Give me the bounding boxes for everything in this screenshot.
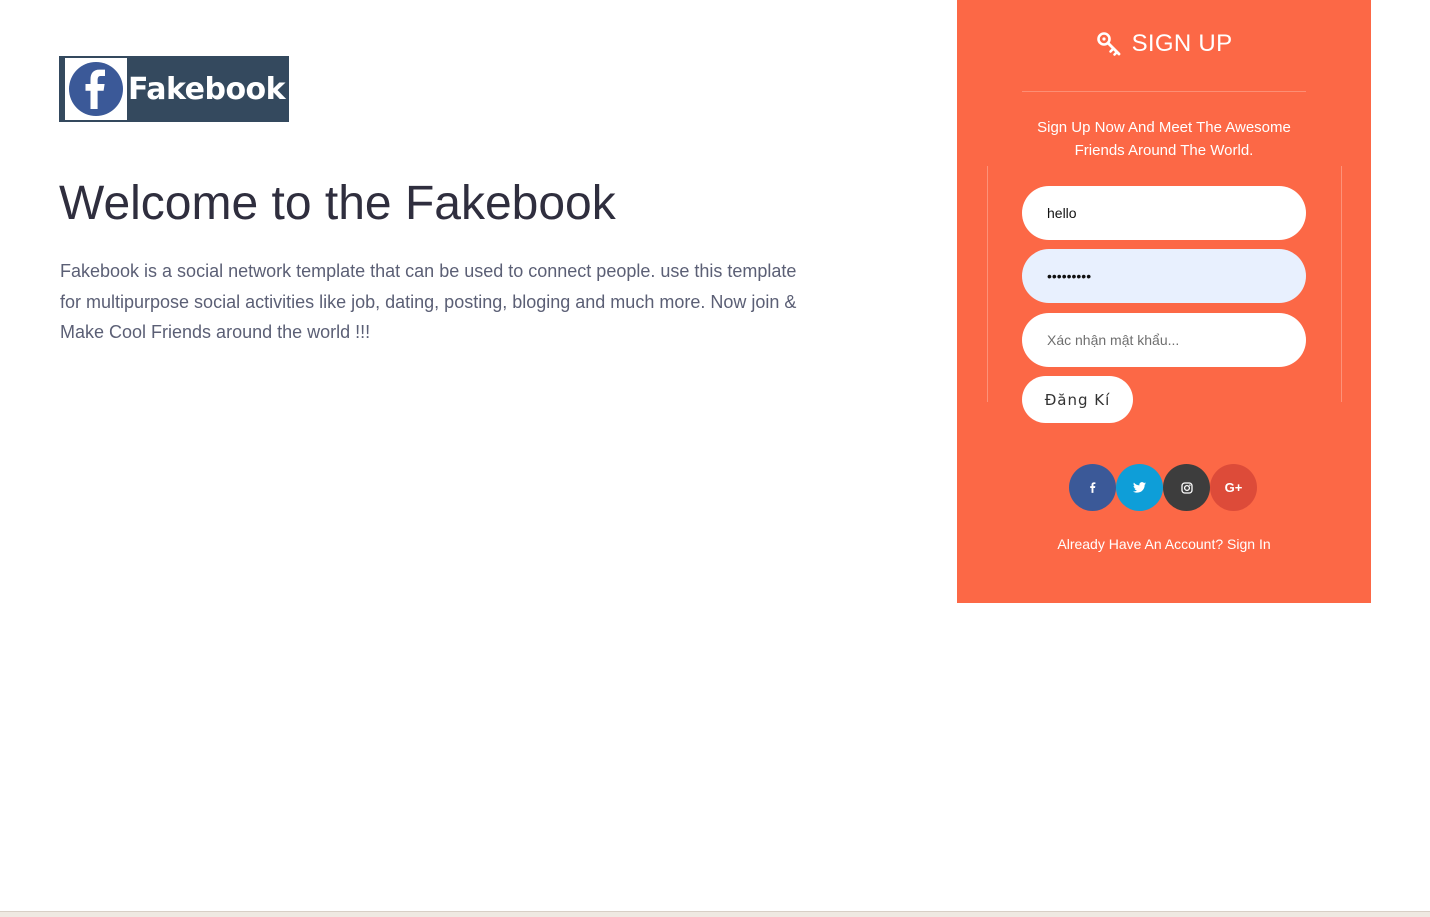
google-plus-button[interactable]: G+	[1210, 464, 1257, 511]
signin-link[interactable]: Already Have An Account? Sign In	[957, 536, 1371, 552]
key-icon	[1096, 32, 1120, 56]
signup-panel: SIGN UP Sign Up Now And Meet The Awesome…	[957, 0, 1371, 603]
twitter-button[interactable]	[1116, 464, 1163, 511]
password-field[interactable]: •••••••••	[1022, 249, 1306, 303]
google-plus-icon: G+	[1224, 480, 1243, 495]
page: Fakebook Welcome to the Fakebook Fakeboo…	[0, 0, 1430, 917]
signup-title: SIGN UP	[1131, 30, 1233, 57]
fakebook-logo[interactable]: Fakebook	[59, 56, 289, 122]
facebook-icon	[1089, 482, 1095, 493]
instagram-button[interactable]	[1163, 464, 1210, 511]
password-value: •••••••••	[1047, 268, 1092, 284]
instagram-icon	[1180, 481, 1193, 494]
logo-text: Fakebook	[128, 71, 286, 107]
divider	[1022, 91, 1306, 92]
username-value: hello	[1047, 205, 1077, 221]
confirm-password-placeholder: Xác nhận mật khẩu...	[1047, 332, 1180, 348]
twitter-icon	[1133, 482, 1146, 493]
signup-heading: SIGN UP	[957, 30, 1371, 58]
signup-subtitle: Sign Up Now And Meet The Awesome Friends…	[1037, 119, 1291, 159]
facebook-f-icon	[69, 62, 123, 116]
intro-text: Fakebook is a social network template th…	[60, 261, 797, 342]
window-bottom-edge	[0, 911, 1430, 917]
logo-icon-box	[65, 58, 127, 120]
username-field[interactable]: hello	[1022, 186, 1306, 240]
confirm-password-field[interactable]: Xác nhận mật khẩu...	[1022, 313, 1306, 367]
signup-submit-button[interactable]: Đăng Kí	[1022, 376, 1133, 423]
page-title: Welcome to the Fakebook	[59, 177, 616, 230]
facebook-button[interactable]	[1069, 464, 1116, 511]
